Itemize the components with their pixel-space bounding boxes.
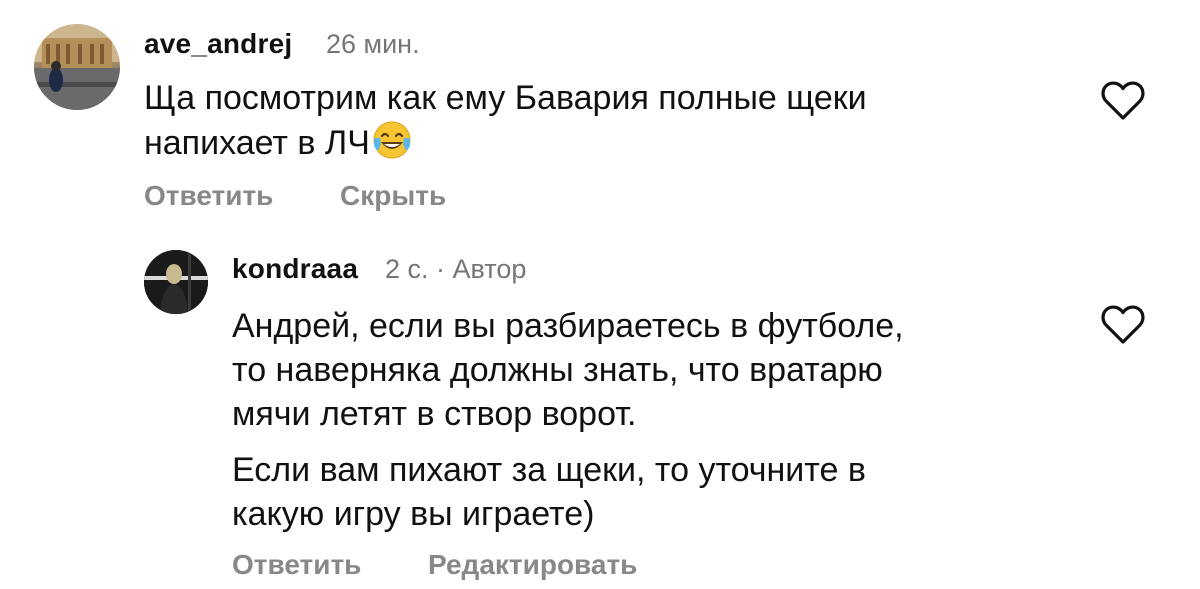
timestamp: 2 с. · Автор — [385, 254, 527, 284]
username[interactable]: kondraaa — [232, 253, 358, 285]
username[interactable]: ave_andrej — [144, 28, 292, 60]
reply-button[interactable]: Ответить — [232, 549, 361, 581]
heart-outline-icon — [1101, 81, 1145, 120]
comment-text-line: Если вам пихают за щеки, то уточните в — [232, 451, 866, 489]
comment-paragraph: Если вам пихают за щеки, то уточните в к… — [232, 448, 1092, 536]
comment-paragraph: Андрей, если вы разбираетесь в футболе, … — [232, 304, 1092, 436]
comments-thread: ave_andrej 26 мин. Ща посмотрим как ему … — [0, 0, 1200, 589]
comment-text-line: какую игру вы играете) — [232, 495, 595, 533]
avatar-photo-icon — [34, 24, 120, 110]
comment-text-line: то наверняка должны знать, что вратарю — [232, 351, 883, 389]
like-button[interactable] — [1100, 303, 1146, 345]
comment-text-line: Ща посмотрим как ему Бавария полные щеки — [144, 79, 867, 117]
comment-text-line: Андрей, если вы разбираетесь в футболе, — [232, 307, 904, 345]
face-with-tears-of-joy-icon — [372, 120, 412, 160]
timestamp: 26 мин. — [326, 29, 420, 59]
comment-text: Ща посмотрим как ему Бавария полные щеки… — [144, 76, 1044, 165]
avatar[interactable] — [34, 24, 120, 110]
heart-outline-icon — [1101, 305, 1145, 344]
avatar[interactable] — [144, 250, 208, 314]
avatar-photo-icon — [144, 250, 208, 314]
comment-text-line: мячи летят в створ ворот. — [232, 395, 637, 433]
comment-text-line: напихает в ЛЧ — [144, 124, 370, 162]
hide-button[interactable]: Скрыть — [340, 180, 446, 212]
edit-button[interactable]: Редактировать — [428, 549, 637, 581]
like-button[interactable] — [1100, 79, 1146, 121]
reply-button[interactable]: Ответить — [144, 180, 273, 212]
